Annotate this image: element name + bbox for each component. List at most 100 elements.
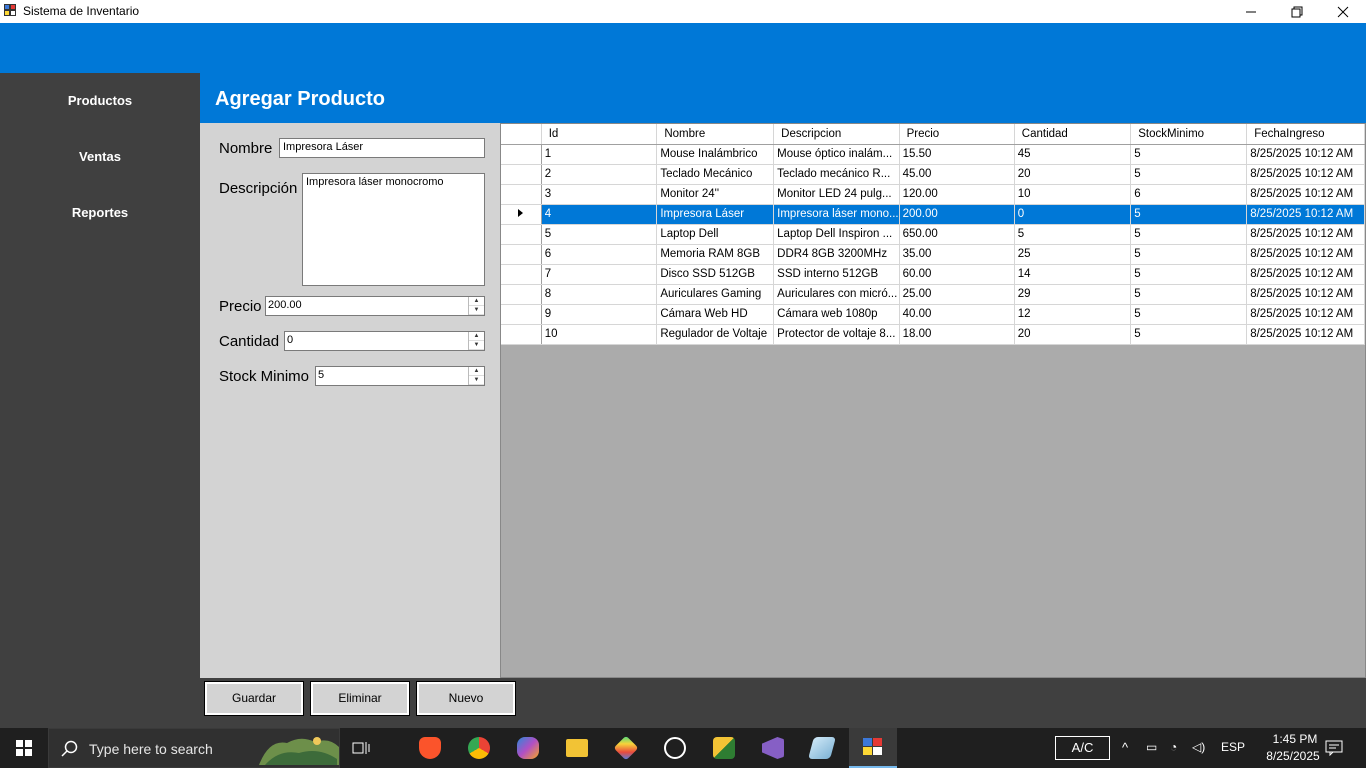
table-cell[interactable]: DDR4 8GB 3200MHz bbox=[773, 244, 900, 265]
table-cell[interactable]: 5 bbox=[541, 224, 658, 245]
table-cell[interactable]: 5 bbox=[1130, 284, 1248, 305]
column-header-id[interactable]: Id bbox=[541, 124, 658, 145]
table-cell[interactable]: 35.00 bbox=[899, 244, 1015, 265]
table-cell[interactable]: Cámara web 1080p bbox=[773, 304, 900, 325]
guardar-button[interactable]: Guardar bbox=[204, 681, 304, 716]
table-cell[interactable]: 5 bbox=[1130, 264, 1248, 285]
minimize-button[interactable] bbox=[1228, 0, 1274, 23]
column-header-precio[interactable]: Precio bbox=[899, 124, 1015, 145]
table-cell[interactable]: 5 bbox=[1130, 304, 1248, 325]
battery-icon[interactable]: ▭ bbox=[1146, 740, 1157, 754]
table-cell[interactable]: Memoria RAM 8GB bbox=[656, 244, 775, 265]
column-header-cantidad[interactable]: Cantidad bbox=[1014, 124, 1132, 145]
table-cell[interactable]: Impresora láser mono... bbox=[773, 204, 900, 225]
table-cell[interactable]: 10 bbox=[1014, 184, 1132, 205]
table-row[interactable]: 1 Mouse Inalámbrico Mouse óptico inalám...… bbox=[501, 144, 1365, 165]
spin-down-icon[interactable]: ▼ bbox=[469, 376, 484, 385]
table-row[interactable]: 6 Memoria RAM 8GB DDR4 8GB 3200MHz 35.00 25 5… bbox=[501, 244, 1365, 265]
table-cell[interactable]: 5 bbox=[1130, 244, 1248, 265]
eliminar-button[interactable]: Eliminar bbox=[310, 681, 410, 716]
table-cell[interactable]: 25 bbox=[1014, 244, 1132, 265]
table-cell[interactable]: 2 bbox=[541, 164, 658, 185]
spin-up-icon[interactable]: ▲ bbox=[469, 297, 484, 306]
wifi-icon[interactable]: ◔ bbox=[1170, 740, 1177, 754]
close-button[interactable] bbox=[1320, 0, 1366, 23]
table-row[interactable]: 9 Cámara Web HD Cámara web 1080p 40.00 12 5 8/… bbox=[501, 304, 1365, 325]
table-cell[interactable]: Laptop Dell Inspiron ... bbox=[773, 224, 900, 245]
spin-up-icon[interactable]: ▲ bbox=[469, 367, 484, 376]
products-table[interactable]: Id Nombre Descripcion Precio Cantidad St… bbox=[501, 124, 1365, 345]
table-cell[interactable]: 14 bbox=[1014, 264, 1132, 285]
cantidad-spin[interactable]: ▲ ▼ bbox=[468, 332, 484, 350]
table-cell[interactable]: 4 bbox=[541, 204, 658, 225]
table-cell[interactable]: Regulador de Voltaje bbox=[656, 324, 775, 345]
tray-ac-indicator[interactable]: A/C bbox=[1055, 736, 1110, 760]
row-header[interactable] bbox=[501, 244, 542, 265]
table-cell[interactable]: 45.00 bbox=[899, 164, 1015, 185]
table-cell[interactable]: 25.00 bbox=[899, 284, 1015, 305]
table-cell[interactable]: 8/25/2025 10:12 AM bbox=[1246, 264, 1365, 285]
descripcion-textarea[interactable]: Impresora láser monocromo bbox=[302, 173, 485, 286]
table-cell[interactable]: Mouse óptico inalám... bbox=[773, 144, 900, 165]
table-cell[interactable]: 3 bbox=[541, 184, 658, 205]
column-header-fechaingreso[interactable]: FechaIngreso bbox=[1246, 124, 1365, 145]
row-header[interactable] bbox=[501, 224, 542, 245]
spin-down-icon[interactable]: ▼ bbox=[469, 341, 484, 350]
taskbar-app[interactable] bbox=[606, 732, 646, 764]
cantidad-stepper[interactable]: 0 ▲ ▼ bbox=[284, 331, 485, 351]
language-indicator[interactable]: ESP bbox=[1221, 740, 1245, 754]
table-cell[interactable]: 8/25/2025 10:12 AM bbox=[1246, 144, 1365, 165]
table-row[interactable]: 10 Regulador de Voltaje Protector de volta… bbox=[501, 324, 1365, 345]
column-header-stockminimo[interactable]: StockMinimo bbox=[1130, 124, 1248, 145]
nuevo-button[interactable]: Nuevo bbox=[416, 681, 516, 716]
stock-minimo-stepper[interactable]: 5 ▲ ▼ bbox=[315, 366, 485, 386]
table-cell[interactable]: SSD interno 512GB bbox=[773, 264, 900, 285]
table-cell[interactable]: 20 bbox=[1014, 324, 1132, 345]
clock-time[interactable]: 1:45 PM bbox=[1260, 732, 1330, 746]
notifications-icon[interactable] bbox=[1325, 740, 1343, 756]
table-cell[interactable]: Protector de voltaje 8... bbox=[773, 324, 900, 345]
taskbar-visual-studio[interactable] bbox=[753, 732, 793, 764]
table-cell[interactable]: 8/25/2025 10:12 AM bbox=[1246, 324, 1365, 345]
table-cell[interactable]: 12 bbox=[1014, 304, 1132, 325]
row-header[interactable] bbox=[501, 304, 542, 325]
taskbar-brave[interactable] bbox=[410, 732, 450, 764]
volume-icon[interactable]: ◁) bbox=[1192, 740, 1205, 754]
table-cell[interactable]: 60.00 bbox=[899, 264, 1015, 285]
table-cell[interactable]: 15.50 bbox=[899, 144, 1015, 165]
table-cell[interactable]: 9 bbox=[541, 304, 658, 325]
table-cell[interactable]: Disco SSD 512GB bbox=[656, 264, 775, 285]
table-cell[interactable]: 8/25/2025 10:12 AM bbox=[1246, 244, 1365, 265]
restore-button[interactable] bbox=[1274, 0, 1320, 23]
table-cell[interactable]: 5 bbox=[1130, 204, 1248, 225]
row-header[interactable] bbox=[501, 144, 542, 165]
table-cell[interactable]: Mouse Inalámbrico bbox=[656, 144, 775, 165]
table-cell[interactable]: 20 bbox=[1014, 164, 1132, 185]
table-cell[interactable]: 6 bbox=[1130, 184, 1248, 205]
row-header[interactable] bbox=[501, 264, 542, 285]
table-cell[interactable]: Teclado mecánico R... bbox=[773, 164, 900, 185]
table-cell[interactable]: 8/25/2025 10:12 AM bbox=[1246, 224, 1365, 245]
table-cell[interactable]: 5 bbox=[1130, 164, 1248, 185]
table-cell[interactable]: 8 bbox=[541, 284, 658, 305]
table-cell[interactable]: 200.00 bbox=[899, 204, 1015, 225]
table-cell[interactable]: Auriculares con micró... bbox=[773, 284, 900, 305]
table-cell[interactable]: Monitor 24'' bbox=[656, 184, 775, 205]
row-header[interactable] bbox=[501, 324, 542, 345]
table-cell[interactable]: 7 bbox=[541, 264, 658, 285]
row-header[interactable] bbox=[501, 164, 542, 185]
sidebar-item-ventas[interactable]: Ventas bbox=[0, 142, 200, 172]
table-cell[interactable]: 5 bbox=[1130, 324, 1248, 345]
row-header[interactable] bbox=[501, 204, 542, 225]
table-cell[interactable]: 0 bbox=[1014, 204, 1132, 225]
table-cell[interactable]: 1 bbox=[541, 144, 658, 165]
table-cell[interactable]: Auriculares Gaming bbox=[656, 284, 775, 305]
table-cell[interactable]: Laptop Dell bbox=[656, 224, 775, 245]
show-hidden-icons[interactable]: ^ bbox=[1122, 740, 1128, 755]
table-cell[interactable]: 45 bbox=[1014, 144, 1132, 165]
table-row[interactable]: 4 Impresora Láser Impresora láser mono... 2… bbox=[501, 204, 1365, 225]
table-cell[interactable]: 8/25/2025 10:12 AM bbox=[1246, 284, 1365, 305]
task-view-button[interactable] bbox=[341, 732, 381, 764]
taskbar-search[interactable]: Type here to search bbox=[48, 728, 340, 768]
start-button[interactable] bbox=[0, 728, 48, 768]
